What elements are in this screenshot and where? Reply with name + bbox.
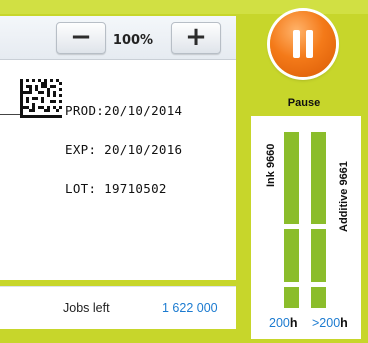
ink-level-block-2 (284, 229, 299, 282)
ink-hours-unit: h (289, 316, 298, 330)
zoom-toolbar: − 100% + (0, 16, 236, 60)
ink-level-block-1 (284, 132, 299, 224)
label-line-exp: EXP: 20/10/2016 (65, 142, 183, 157)
additive-label: Additive 9661 (338, 161, 350, 232)
pause-button[interactable] (270, 11, 336, 77)
datamatrix-barcode-icon (20, 79, 62, 118)
leader-line (0, 114, 20, 115)
jobs-left-label: Jobs left (63, 301, 110, 315)
jobs-left-bar: Jobs left 1 622 000 (0, 286, 236, 329)
ink-hours: 200h (269, 316, 298, 330)
additive-hours-unit: h (340, 316, 348, 330)
zoom-level: 100% (112, 33, 154, 48)
zoom-out-button[interactable]: − (56, 22, 106, 54)
ink-level-block-3 (284, 287, 299, 308)
ink-hours-value: 200 (269, 316, 290, 330)
ink-label: Ink 9660 (265, 143, 277, 187)
pause-label: Pause (287, 97, 321, 109)
additive-level-block-1 (311, 132, 326, 224)
additive-level-block-2 (311, 229, 326, 282)
zoom-in-button[interactable]: + (171, 22, 221, 54)
additive-hours: >200h (312, 316, 348, 330)
jobs-left-value: 1 622 000 (162, 301, 218, 315)
additive-hours-value: >200 (312, 316, 341, 330)
additive-level-block-3 (311, 287, 326, 308)
label-line-lot: LOT: 19710502 (65, 181, 167, 196)
pause-icon (293, 30, 313, 58)
label-line-prod: PROD:20/10/2014 (65, 103, 183, 118)
label-text-block: PROD:20/10/2014 EXP: 20/10/2016 LOT: 197… (65, 78, 182, 208)
